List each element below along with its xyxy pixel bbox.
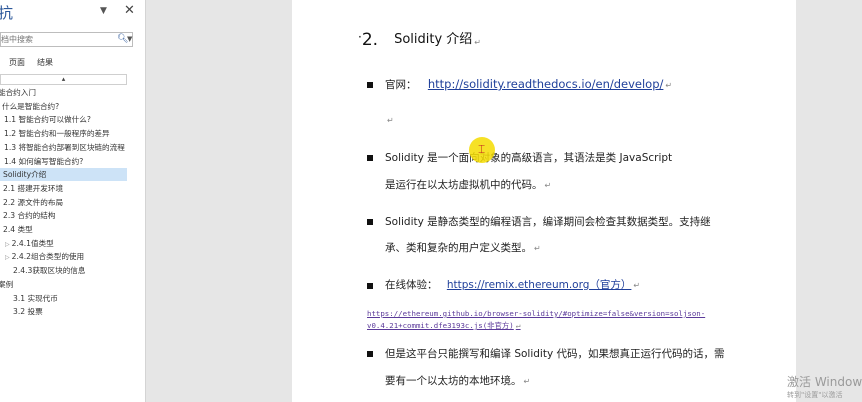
nav-heading-label: Solidity介绍 [3, 170, 47, 180]
nav-heading-label: 什么是智能合约? [2, 101, 60, 111]
browser-solidity-link-cont[interactable]: v0.4.21+commit.dfe3193c.js(非官方) ↵ [367, 320, 521, 331]
bullet-square [367, 219, 373, 225]
search-input[interactable] [1, 33, 111, 46]
nav-heading-item[interactable]: Solidity介绍 [0, 168, 127, 182]
paragraph-line: 但是这平台只能撰写和编译 Solidity 代码，如果想真正运行代码的话，需 [385, 348, 725, 360]
tab-pages[interactable]: 页面 [9, 57, 25, 68]
paragraph-mark: ↵ [544, 181, 552, 190]
paragraph-line: 承、类和复杂的用户定义类型。 ↵ [385, 240, 541, 255]
nav-options-dropdown-icon[interactable]: ▼ [100, 6, 107, 16]
collapse-headings-bar[interactable]: ▴ [0, 74, 127, 85]
nav-heading-item[interactable]: 1.2 智能合约和一般程序的差异 [0, 127, 127, 140]
paragraph-mark: ↵ [534, 244, 541, 253]
paragraph-line: Solidity 是静态类型的编程语言，编译期间会检查其数据类型。支持继 [385, 216, 711, 228]
nav-heading-label: 3.2 投票 [13, 307, 43, 317]
mouse-cursor-icon: ⌶ [478, 142, 486, 156]
section-heading: ·2. Solidity 介绍 ↵ [358, 30, 481, 50]
paragraph-text: 承、类和复杂的用户定义类型。 [385, 242, 532, 254]
expand-arrow-icon[interactable]: ▷ [5, 241, 10, 248]
heading-text: Solidity 介绍 [394, 32, 473, 47]
nav-heading-label: 2.4.2组合类型的使用 [11, 252, 85, 262]
nav-heading-item[interactable]: 能合约入门 [0, 86, 127, 99]
chevron-down-icon[interactable]: ▼ [127, 35, 132, 43]
nav-heading-label: 1.3 将智能合约部署到区块链的流程 [4, 142, 125, 152]
nav-heading-item[interactable]: 2.4 类型 [0, 223, 127, 236]
paragraph-mark: ↵ [515, 321, 521, 330]
remix-link[interactable]: https://remix.ethereum.org（官方） [447, 279, 632, 291]
nav-heading-label: 2.2 源文件的布局 [3, 197, 64, 207]
nav-heading-item[interactable]: 3.2 投票 [0, 305, 127, 318]
empty-paragraph: ↵ [385, 114, 394, 126]
online-label: 在线体验： [385, 279, 438, 291]
activation-watermark: 激活 Windows [787, 375, 862, 389]
document-page[interactable]: ·2. Solidity 介绍 ↵ 官网： http://solidity.read… [292, 0, 796, 402]
official-site-line: 官网： http://solidity.readthedocs.io/en/de… [385, 77, 672, 92]
nav-heading-item[interactable]: 1.4 如何编写智能合约? [0, 155, 127, 168]
nav-heading-label: 2.4 类型 [3, 225, 33, 234]
paragraph-line: 要有一个以太坊的本地环境。 ↵ [385, 373, 530, 388]
nav-heading-item[interactable]: 3.1 实现代币 [0, 292, 127, 305]
nav-heading-label: 2.3 合约的结构 [3, 211, 56, 221]
nav-heading-item[interactable]: 案例 [0, 278, 127, 291]
nav-heading-item[interactable]: ▷ 2.4.2组合类型的使用 [0, 250, 127, 263]
link-text[interactable]: v0.4.21+commit.dfe3193c.js(非官方) [367, 321, 514, 330]
paragraph-text: 是运行在以太坊虚拟机中的代码。 [385, 179, 543, 191]
nav-heading-label: 1.4 如何编写智能合约? [4, 156, 84, 166]
close-icon[interactable]: ✕ [124, 3, 135, 18]
nav-heading-item[interactable]: 什么是智能合约? [0, 100, 127, 113]
paragraph-mark: ↵ [523, 377, 531, 386]
nav-heading-item[interactable]: 1.1 智能合约可以做什么? [0, 113, 127, 126]
official-site-link[interactable]: http://solidity.readthedocs.io/en/develo… [428, 77, 664, 91]
nav-heading-item[interactable]: ▷ 2.4.1值类型 [0, 237, 127, 250]
nav-heading-label: 2.1 搭建开发环境 [3, 183, 64, 193]
paragraph-line: Solidity 是一个面向对象的高级语言，其语法是类 JavaScript [385, 152, 673, 164]
nav-heading-label: 2.4.1值类型 [11, 238, 54, 248]
nav-heading-label: 1.1 智能合约可以做什么? [4, 115, 91, 125]
official-site-label: 官网： [385, 79, 417, 91]
bullet-square [367, 82, 373, 88]
navigation-pane: 抗 ▼ ✕ 🔍︎ ▼ 页面 结果 ▴ 能合约入门什么是智能合约? 1.1 智能合约… [0, 0, 146, 402]
nav-heading-item[interactable]: 2.1 搭建开发环境 [0, 182, 127, 195]
paragraph-mark: ↵ [387, 116, 394, 125]
nav-heading-item[interactable]: 1.3 将智能合约部署到区块链的流程 [0, 141, 127, 154]
nav-search-box[interactable]: 🔍︎ ▼ [0, 32, 133, 47]
online-experience-line: 在线体验： https://remix.ethereum.org（官方） ↵ [385, 277, 640, 292]
browser-solidity-link[interactable]: https://ethereum.github.io/browser-solid… [367, 309, 705, 318]
bullet-square [367, 283, 373, 289]
nav-heading-label: 3.1 实现代币 [13, 293, 58, 303]
nav-heading-label: 能合约入门 [0, 88, 36, 97]
activation-watermark-sub: 转到"设置"以激活 [787, 391, 843, 399]
nav-heading-item[interactable]: 2.3 合约的结构 [0, 209, 127, 222]
nav-heading-label: 2.4.3获取区块的信息 [13, 266, 86, 276]
nav-heading-item[interactable]: 2.2 源文件的布局 [0, 196, 127, 209]
paragraph-mark: ↵ [633, 281, 641, 290]
expand-arrow-icon[interactable]: ▷ [5, 254, 10, 261]
paragraph-mark: ↵ [665, 81, 673, 90]
nav-pane-title: 抗 [0, 2, 13, 23]
nav-heading-label: 1.2 智能合约和一般程序的差异 [4, 129, 110, 139]
bullet-square [367, 351, 373, 357]
nav-heading-label: 案例 [0, 279, 14, 289]
heading-number: 2. [361, 30, 379, 50]
paragraph-line: 是运行在以太坊虚拟机中的代码。 ↵ [385, 177, 551, 192]
heading-bullet: · [358, 30, 362, 44]
tab-results[interactable]: 结果 [37, 57, 53, 68]
paragraph-mark: ↵ [474, 38, 481, 47]
bullet-square [367, 155, 373, 161]
paragraph-text: 要有一个以太坊的本地环境。 [385, 375, 522, 387]
nav-heading-item[interactable]: 2.4.3获取区块的信息 [0, 264, 127, 277]
